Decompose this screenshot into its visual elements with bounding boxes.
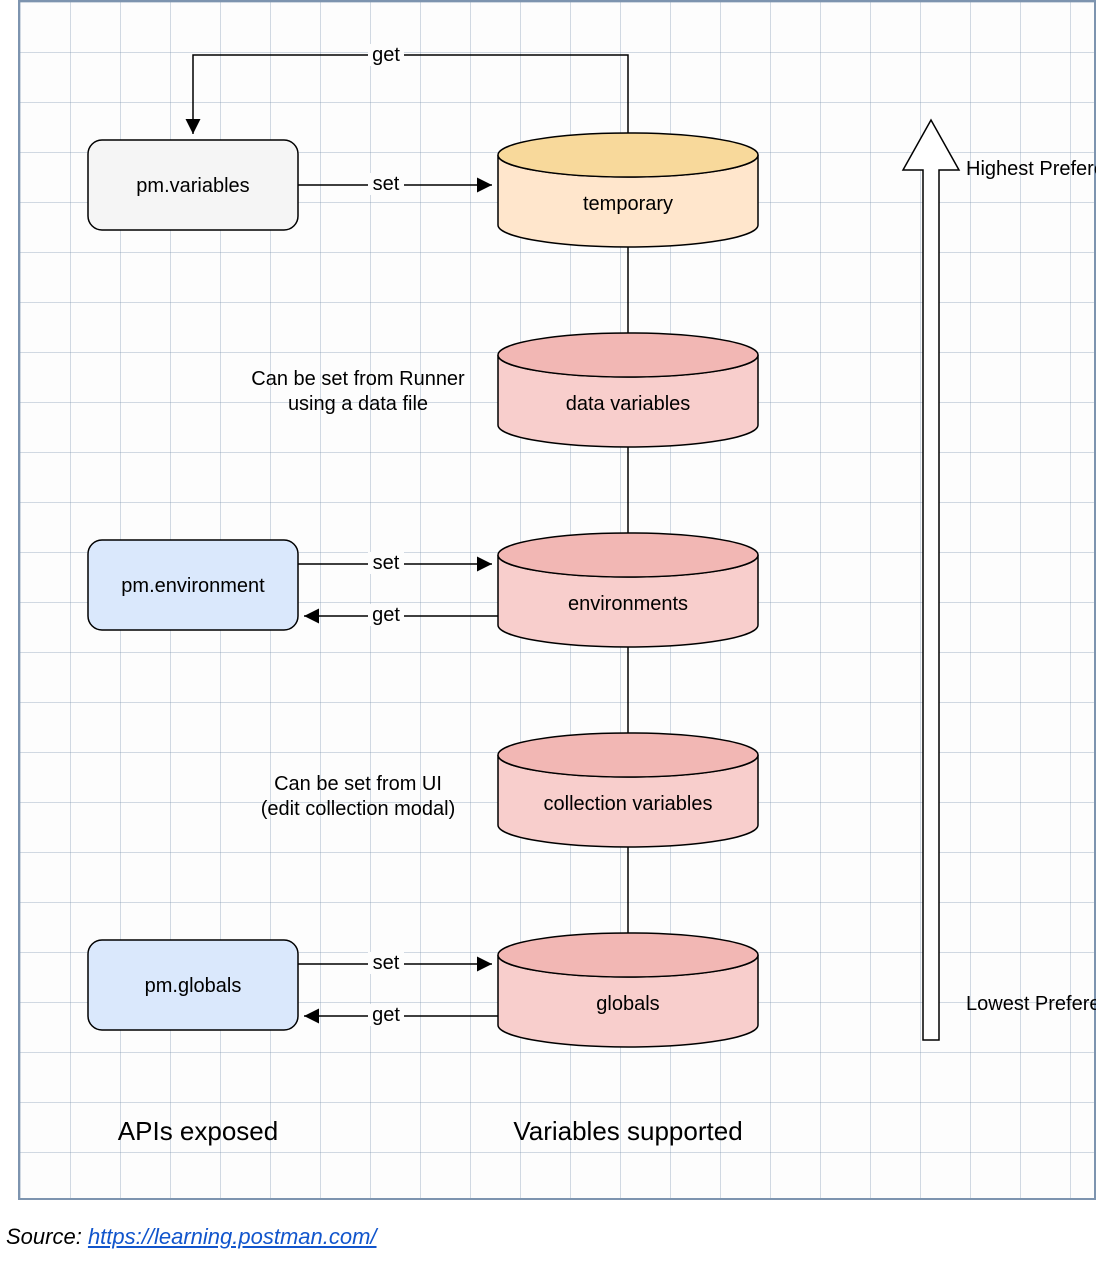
cylinder-environments: environments bbox=[498, 533, 758, 647]
cylinder-globals-label: globals bbox=[596, 993, 659, 1015]
svg-text:Can be set from Runner: Can be set from Runner bbox=[251, 368, 465, 390]
svg-text:using a data file: using a data file bbox=[288, 393, 428, 415]
cylinder-globals: globals bbox=[498, 933, 758, 1047]
edge-environment-set: set bbox=[298, 552, 492, 574]
edge-environment-get: get bbox=[304, 604, 498, 626]
cylinder-data: data variables bbox=[498, 333, 758, 447]
preference-arrow: Highest Preference Lowest Preference bbox=[903, 120, 1096, 1040]
box-pm-environment: pm.environment bbox=[88, 540, 298, 630]
column-title-vars: Variables supported bbox=[513, 1116, 742, 1146]
box-pm-environment-label: pm.environment bbox=[121, 575, 265, 597]
svg-text:get: get bbox=[372, 1004, 400, 1026]
svg-text:set: set bbox=[373, 952, 400, 974]
svg-text:Can be set from UI: Can be set from UI bbox=[274, 773, 442, 795]
edge-variables-set: set bbox=[298, 173, 492, 195]
source-caption: Source: https://learning.postman.com/ bbox=[6, 1224, 377, 1250]
edge-globals-get: get bbox=[304, 1004, 498, 1026]
source-prefix: Source: bbox=[6, 1224, 88, 1249]
source-link[interactable]: https://learning.postman.com/ bbox=[88, 1224, 377, 1249]
preference-high-label: Highest Preference bbox=[966, 158, 1096, 180]
preference-low-label: Lowest Preference bbox=[966, 993, 1096, 1015]
box-pm-globals: pm.globals bbox=[88, 940, 298, 1030]
svg-text:get: get bbox=[372, 604, 400, 626]
cylinder-temporary-label: temporary bbox=[583, 193, 673, 215]
box-pm-variables: pm.variables bbox=[88, 140, 298, 230]
edge-globals-set: set bbox=[298, 952, 492, 974]
diagram-svg: temporary data variables environments co… bbox=[18, 0, 1096, 1200]
svg-text:set: set bbox=[373, 173, 400, 195]
cylinder-data-label: data variables bbox=[566, 393, 691, 415]
box-pm-variables-label: pm.variables bbox=[136, 175, 249, 197]
cylinder-environments-label: environments bbox=[568, 593, 688, 615]
note-collection-variables: Can be set from UI (edit collection moda… bbox=[261, 773, 456, 820]
column-title-apis: APIs exposed bbox=[118, 1116, 278, 1146]
svg-text:get: get bbox=[372, 44, 400, 66]
cylinder-collection-label: collection variables bbox=[544, 793, 713, 815]
cylinder-temporary: temporary bbox=[498, 133, 758, 247]
svg-text:(edit collection modal): (edit collection modal) bbox=[261, 798, 456, 820]
note-data-variables: Can be set from Runner using a data file bbox=[251, 368, 465, 415]
edge-variables-get: get bbox=[193, 44, 628, 134]
svg-text:set: set bbox=[373, 552, 400, 574]
cylinder-collection: collection variables bbox=[498, 733, 758, 847]
box-pm-globals-label: pm.globals bbox=[145, 975, 242, 997]
